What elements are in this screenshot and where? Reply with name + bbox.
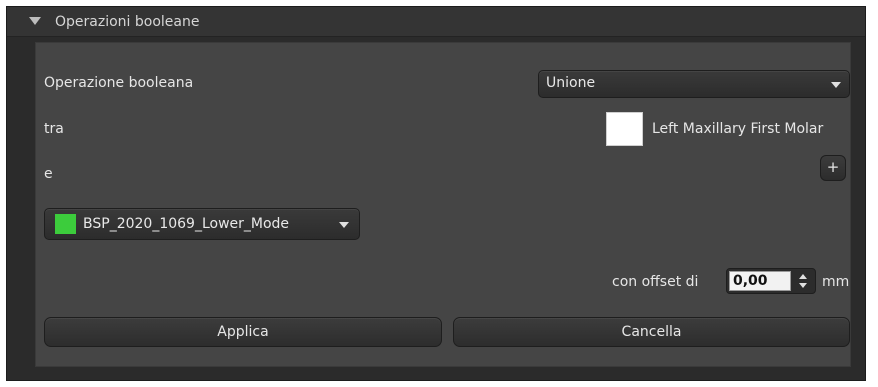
second-object-color-swatch: [55, 214, 76, 234]
plus-icon: +: [826, 158, 840, 176]
first-object-color-swatch[interactable]: [606, 112, 643, 146]
chevron-down-icon: [831, 82, 841, 88]
offset-label: con offset di: [612, 274, 699, 290]
spin-down-icon[interactable]: [799, 283, 807, 288]
between-label: tra: [44, 121, 64, 137]
add-object-button[interactable]: +: [820, 155, 846, 181]
offset-input[interactable]: 0,00: [729, 271, 791, 291]
spin-up-icon[interactable]: [799, 274, 807, 279]
apply-button[interactable]: Applica: [44, 317, 442, 347]
cancel-button-label: Cancella: [621, 324, 682, 340]
panel-header[interactable]: Operazioni booleane: [7, 7, 865, 37]
first-object-name: Left Maxillary First Molar: [652, 121, 824, 137]
offset-unit: mm: [822, 274, 850, 290]
second-object-dropdown[interactable]: BSP_2020_1069_Lower_Mode: [44, 208, 360, 240]
collapse-triangle-icon[interactable]: [29, 17, 41, 25]
apply-button-label: Applica: [217, 324, 269, 340]
offset-value: 0,00: [733, 273, 768, 289]
chevron-down-icon: [339, 222, 349, 228]
cancel-button[interactable]: Cancella: [453, 317, 850, 347]
operation-dropdown[interactable]: Unione: [538, 70, 850, 98]
second-object-name: BSP_2020_1069_Lower_Mode: [83, 216, 290, 232]
operation-label: Operazione booleana: [44, 75, 194, 91]
panel-title: Operazioni booleane: [55, 14, 200, 30]
and-label: e: [44, 166, 53, 182]
offset-spinbox[interactable]: 0,00: [726, 268, 816, 294]
operation-value: Unione: [546, 75, 596, 91]
